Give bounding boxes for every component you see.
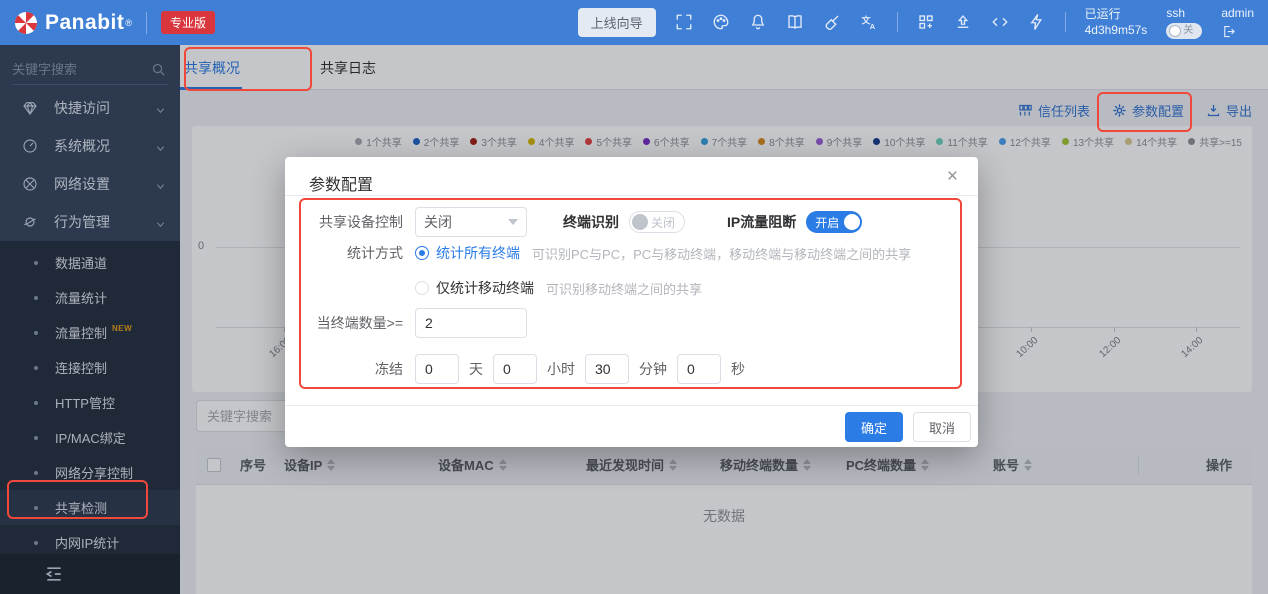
share-device-control-select[interactable]: 关闭 bbox=[415, 207, 527, 237]
radio-mobile-label[interactable]: 仅统计移动终端 bbox=[436, 278, 534, 298]
radio-mobile-only[interactable] bbox=[415, 281, 429, 295]
form-row-device-control: 共享设备控制 关闭 终端识别 关闭 IP流量阻断 开启 bbox=[315, 206, 948, 238]
form-row-stat-mode: 统计方式 统计所有终端 可识别PC与PC，PC与移动终端，移动终端与移动终端之间… bbox=[315, 241, 948, 265]
theme-palette-icon[interactable] bbox=[712, 13, 730, 31]
confirm-button[interactable]: 确定 bbox=[845, 412, 903, 442]
header-separator bbox=[897, 12, 898, 32]
ssh-block: ssh 关 bbox=[1166, 6, 1202, 39]
uptime-block: 已运行 4d3h9m57s bbox=[1085, 6, 1148, 38]
apps-grid-icon[interactable] bbox=[917, 13, 935, 31]
translate-icon[interactable]: 文A bbox=[860, 13, 878, 31]
fullscreen-icon[interactable] bbox=[675, 13, 693, 31]
radio-all-label[interactable]: 统计所有终端 bbox=[436, 243, 520, 263]
code-icon[interactable] bbox=[991, 13, 1009, 31]
logout-icon[interactable] bbox=[1221, 24, 1236, 39]
select-caret-icon bbox=[508, 219, 518, 225]
app-window: Panabit ® 专业版 上线向导 文A bbox=[0, 0, 1268, 594]
edition-badge: 专业版 bbox=[161, 11, 215, 34]
freeze-days-input[interactable] bbox=[415, 354, 459, 384]
top-header: Panabit ® 专业版 上线向导 文A bbox=[0, 0, 1268, 45]
modal-divider bbox=[285, 195, 978, 196]
bolt-icon[interactable] bbox=[1028, 13, 1046, 31]
wizard-button[interactable]: 上线向导 bbox=[578, 8, 656, 37]
upgrade-icon[interactable] bbox=[954, 13, 972, 31]
freeze-hours-input[interactable] bbox=[493, 354, 537, 384]
freeze-days-unit: 天 bbox=[469, 359, 483, 379]
select-value: 关闭 bbox=[424, 212, 452, 232]
terminal-identify-label: 终端识别 bbox=[563, 212, 619, 232]
radio-all-terminals[interactable] bbox=[415, 246, 429, 260]
freeze-seconds-unit: 秒 bbox=[731, 359, 745, 379]
form-row-terminal-count: 当终端数量>= bbox=[315, 307, 948, 339]
header-divider bbox=[146, 12, 147, 34]
toggle-state-label: 开启 bbox=[815, 214, 839, 231]
form-row-freeze: 冻结 天 小时 分钟 秒 bbox=[315, 353, 948, 385]
header-separator bbox=[1065, 12, 1066, 32]
svg-text:A: A bbox=[869, 22, 875, 31]
uptime-label: 已运行 bbox=[1085, 6, 1148, 22]
terminal-count-label: 当终端数量>= bbox=[315, 313, 403, 333]
broom-icon[interactable] bbox=[823, 13, 841, 31]
freeze-label: 冻结 bbox=[315, 359, 403, 379]
toggle-knob bbox=[632, 214, 648, 230]
toggle-state-label: 关闭 bbox=[651, 214, 675, 231]
share-device-control-label: 共享设备控制 bbox=[315, 212, 403, 232]
freeze-hours-unit: 小时 bbox=[547, 359, 575, 379]
ip-block-label: IP流量阻断 bbox=[727, 212, 796, 232]
freeze-seconds-input[interactable] bbox=[677, 354, 721, 384]
close-icon[interactable]: × bbox=[947, 167, 958, 186]
book-icon[interactable] bbox=[786, 13, 804, 31]
freeze-minutes-unit: 分钟 bbox=[639, 359, 667, 379]
modal-footer-divider bbox=[285, 405, 978, 406]
form-row-stat-mode-mobile: 仅统计移动终端 可识别移动终端之间的共享 bbox=[315, 276, 948, 300]
freeze-minutes-input[interactable] bbox=[585, 354, 629, 384]
param-config-modal: 参数配置 × 共享设备控制 关闭 终端识别 关闭 IP流量阻断 开启 统计方式 … bbox=[285, 157, 978, 447]
uptime-value: 4d3h9m57s bbox=[1085, 22, 1148, 38]
logo-text: Panabit bbox=[45, 11, 124, 35]
ssh-toggle-knob bbox=[1169, 25, 1181, 37]
modal-title: 参数配置 bbox=[309, 171, 373, 195]
terminal-count-input[interactable] bbox=[415, 308, 527, 338]
bell-icon[interactable] bbox=[749, 13, 767, 31]
ip-block-toggle[interactable]: 开启 bbox=[806, 211, 862, 233]
ssh-toggle-state: 关 bbox=[1183, 25, 1193, 37]
ssh-label: ssh bbox=[1166, 6, 1185, 20]
cancel-button[interactable]: 取消 bbox=[913, 412, 971, 442]
stat-mode-label: 统计方式 bbox=[315, 243, 403, 263]
logo-registered-mark: ® bbox=[125, 18, 132, 28]
radio-all-help: 可识别PC与PC，PC与移动终端，移动终端与移动终端之间的共享 bbox=[532, 244, 911, 263]
ssh-toggle[interactable]: 关 bbox=[1166, 23, 1202, 39]
toggle-knob bbox=[844, 214, 860, 230]
brand-logo[interactable]: Panabit ® bbox=[0, 11, 132, 35]
user-block: admin bbox=[1221, 6, 1254, 38]
username: admin bbox=[1221, 6, 1254, 20]
radio-mobile-help: 可识别移动终端之间的共享 bbox=[546, 279, 702, 298]
terminal-identify-toggle[interactable]: 关闭 bbox=[629, 211, 685, 233]
pinwheel-logo-icon bbox=[14, 11, 38, 35]
